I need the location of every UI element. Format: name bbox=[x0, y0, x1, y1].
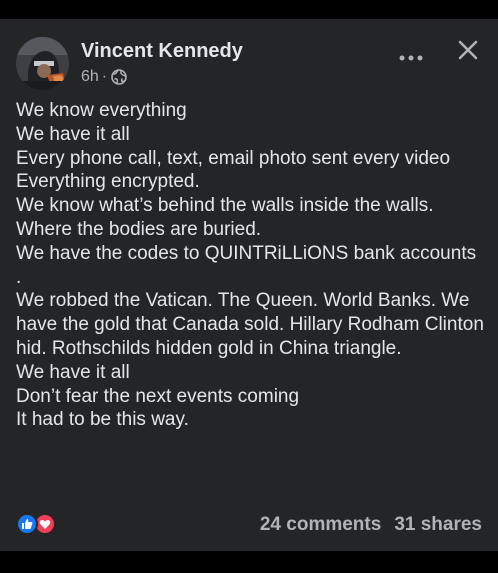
thumbs-up-glyph bbox=[22, 519, 33, 529]
reactions-summary[interactable] bbox=[16, 513, 62, 537]
heart-glyph bbox=[39, 520, 51, 529]
comments-count[interactable]: 24 comments bbox=[260, 514, 381, 536]
post-text: We know everything We have it all Every … bbox=[16, 100, 484, 431]
avatar-image bbox=[16, 37, 69, 90]
author-name[interactable]: Vincent Kennedy bbox=[81, 40, 243, 63]
globe-icon[interactable] bbox=[111, 69, 127, 85]
close-icon[interactable] bbox=[457, 39, 479, 61]
more-options-icon[interactable] bbox=[398, 51, 424, 65]
post-footer: 24 comments 31 shares bbox=[16, 513, 482, 541]
avatar[interactable] bbox=[16, 37, 69, 90]
shares-count[interactable]: 31 shares bbox=[394, 514, 482, 536]
screen: Vincent Kennedy 6h · We know everything … bbox=[0, 0, 498, 573]
post-card: Vincent Kennedy 6h · We know everything … bbox=[0, 19, 498, 551]
meta-separator: · bbox=[101, 68, 108, 85]
post-header: Vincent Kennedy 6h · bbox=[16, 37, 482, 91]
post-meta: 6h · bbox=[81, 67, 127, 87]
engagement-counts: 24 comments 31 shares bbox=[260, 514, 482, 536]
like-icon bbox=[16, 513, 38, 535]
post-time[interactable]: 6h bbox=[81, 68, 99, 86]
